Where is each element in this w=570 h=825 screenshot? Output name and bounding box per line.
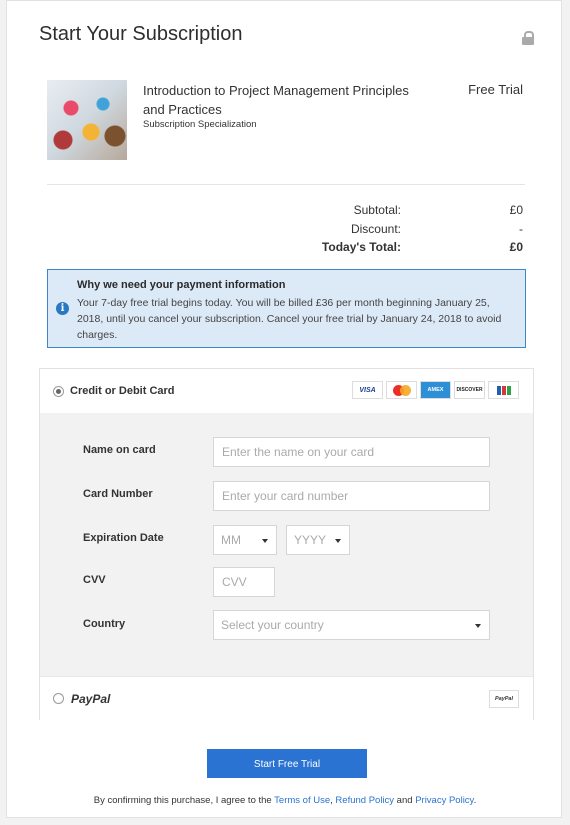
- cvv-label: CVV: [83, 574, 106, 586]
- lock-icon: [522, 31, 534, 45]
- expiry-month-value: MM: [221, 533, 241, 547]
- discover-icon: DISCOVER: [454, 381, 485, 399]
- course-thumbnail: [47, 80, 127, 160]
- payment-info-notice: i Why we need your payment information Y…: [47, 269, 526, 348]
- amex-icon: AMEX: [420, 381, 451, 399]
- mastercard-icon: [386, 381, 417, 399]
- total-value: £0: [509, 240, 523, 254]
- name-label: Name on card: [83, 444, 156, 456]
- expiry-year-select[interactable]: YYYY: [286, 525, 350, 555]
- payment-methods: Credit or Debit Card VISA AMEX DISCOVER …: [39, 368, 534, 720]
- legal-sep: and: [394, 795, 416, 806]
- country-select[interactable]: Select your country: [213, 610, 490, 640]
- paypal-radio[interactable]: [53, 693, 64, 704]
- jcb-icon: [488, 381, 519, 399]
- refund-link[interactable]: Refund Policy: [335, 795, 394, 806]
- card-option-row[interactable]: Credit or Debit Card VISA AMEX DISCOVER: [40, 369, 533, 414]
- chevron-down-icon: [335, 539, 341, 543]
- paypal-option-row[interactable]: PayPal PayPal: [40, 677, 533, 720]
- expiry-label: Expiration Date: [83, 532, 164, 544]
- start-free-trial-button[interactable]: Start Free Trial: [207, 749, 367, 778]
- course-subtitle: Subscription Specialization: [143, 119, 257, 130]
- cvv-input[interactable]: [213, 567, 275, 597]
- discount-value: -: [519, 222, 523, 236]
- paypal-label: PayPal: [71, 692, 111, 706]
- visa-icon: VISA: [352, 381, 383, 399]
- subscription-panel: Start Your Subscription Introduction to …: [6, 0, 562, 818]
- card-brands: VISA AMEX DISCOVER: [352, 381, 519, 399]
- chevron-down-icon: [475, 624, 481, 628]
- card-option-label: Credit or Debit Card: [70, 385, 175, 397]
- subtotal-label: Subtotal:: [353, 203, 401, 217]
- chevron-down-icon: [262, 539, 268, 543]
- price-label: Free Trial: [468, 82, 523, 97]
- legal-text: By confirming this purchase, I agree to …: [7, 795, 563, 806]
- info-icon: i: [56, 302, 69, 315]
- privacy-link[interactable]: Privacy Policy: [415, 795, 473, 806]
- card-number-label: Card Number: [83, 488, 153, 500]
- legal-prefix: By confirming this purchase, I agree to …: [93, 795, 275, 806]
- discount-label: Discount:: [350, 222, 401, 236]
- divider: [47, 184, 525, 185]
- subtotal-value: £0: [509, 203, 523, 217]
- paypal-icon: PayPal: [489, 690, 519, 708]
- info-text: Your 7-day free trial begins today. You …: [77, 297, 502, 341]
- legal-suffix: .: [473, 795, 477, 806]
- card-form: Name on card Card Number Expiration Date…: [40, 413, 533, 677]
- expiry-year-value: YYYY: [294, 533, 327, 547]
- card-radio[interactable]: [53, 386, 64, 397]
- course-title: Introduction to Project Management Princ…: [143, 83, 409, 117]
- page-title: Start Your Subscription: [39, 23, 243, 45]
- terms-link[interactable]: Terms of Use: [274, 795, 330, 806]
- name-input[interactable]: [213, 437, 490, 467]
- expiry-month-select[interactable]: MM: [213, 525, 277, 555]
- card-number-input[interactable]: [213, 481, 490, 511]
- total-label: Today's Total:: [321, 240, 401, 254]
- info-heading: Why we need your payment information: [77, 279, 286, 291]
- country-label: Country: [83, 618, 126, 630]
- country-value: Select your country: [221, 618, 324, 632]
